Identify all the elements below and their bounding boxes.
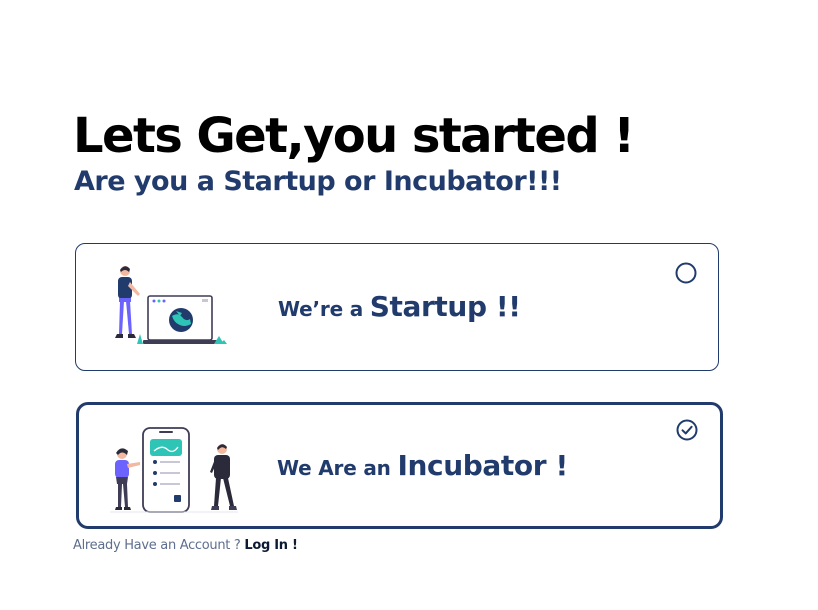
incubator-label-prefix: We Are an [277,456,398,480]
incubator-option-card[interactable]: We Are an Incubator ! [76,402,723,529]
incubator-option-label: We Are an Incubator ! [277,449,568,482]
login-link[interactable]: Log In ! [244,538,298,553]
startup-option-label: We’re a Startup !! [278,290,521,323]
signup-role-page: Lets Get,you started ! Are you a Startup… [0,0,818,610]
page-subtitle: Are you a Startup or Incubator!!! [74,166,562,197]
login-prompt: Already Have an Account ? Log In ! [73,538,298,553]
startup-laptop-illustration [115,266,227,344]
page-title: Lets Get,you started ! [73,108,635,164]
startup-option-card[interactable]: We’re a Startup !! [75,243,719,371]
incubator-label-main: Incubator ! [397,449,568,482]
startup-label-main: Startup !! [369,290,521,323]
radio-checked-icon[interactable] [676,419,698,441]
startup-label-prefix: We’re a [278,297,370,321]
already-have-account-text: Already Have an Account ? [73,538,241,553]
radio-unchecked-icon[interactable] [675,262,697,284]
incubator-phone-illustration [110,427,238,513]
